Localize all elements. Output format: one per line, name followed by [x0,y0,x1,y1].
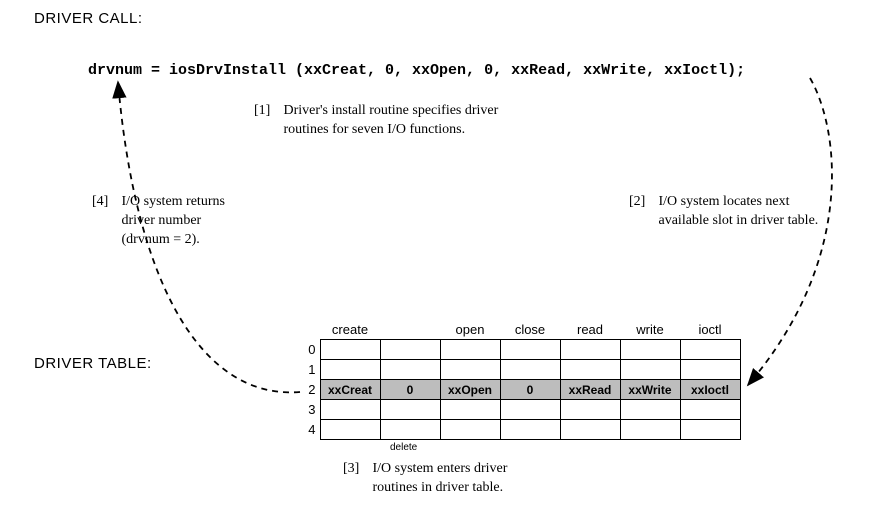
step-3-text: I/O system enters driver routines in dri… [373,460,508,498]
cell-create: xxCreat [320,380,380,400]
cell-close: 0 [500,380,560,400]
row-index-2: 2 [300,380,320,400]
row-index-1: 1 [300,360,320,380]
step-3-num: [3] [343,460,369,479]
row-index-0: 0 [300,340,320,360]
col-create: create [320,320,380,340]
heading-driver-table: DRIVER TABLE: [34,355,152,372]
col-ioctl: ioctl [680,320,740,340]
table-row-filled: 2 xxCreat 0 xxOpen 0 xxRead xxWrite xxIo… [300,380,740,400]
driver-table: create open close read write ioctl 0 1 2… [300,320,741,440]
table-row: 1 [300,360,740,380]
driver-table-wrap: create open close read write ioctl 0 1 2… [300,320,741,440]
row-index-3: 3 [300,400,320,420]
cell-write: xxWrite [620,380,680,400]
cell-blank: 0 [380,380,440,400]
row-index-4: 4 [300,420,320,440]
step-4-num: [4] [92,193,118,212]
table-header-row: create open close read write ioctl [300,320,740,340]
step-1-text: Driver's install routine specifies drive… [284,102,499,140]
col-write: write [620,320,680,340]
heading-driver-call: DRIVER CALL: [34,10,143,27]
step-3: [3] I/O system enters driver routines in… [343,460,643,498]
step-1-num: [1] [254,102,280,121]
step-4-text: I/O system returns driver number (drvnum… [122,193,225,250]
step-2-text: I/O system locates next available slot i… [659,193,819,231]
col-read: read [560,320,620,340]
col-blank [380,320,440,340]
step-2-num: [2] [629,193,655,212]
delete-label: delete [390,442,417,453]
table-row: 3 [300,400,740,420]
step-1: [1] Driver's install routine specifies d… [254,102,614,140]
arrow-code-to-table [748,78,832,385]
table-row: 4 [300,420,740,440]
table-row: 0 [300,340,740,360]
cell-open: xxOpen [440,380,500,400]
col-close: close [500,320,560,340]
step-2: [2] I/O system locates next available sl… [629,193,869,231]
cell-read: xxRead [560,380,620,400]
cell-ioctl: xxIoctl [680,380,740,400]
code-line: drvnum = iosDrvInstall (xxCreat, 0, xxOp… [88,62,745,79]
col-open: open [440,320,500,340]
step-4: [4] I/O system returns driver number (dr… [92,193,292,250]
